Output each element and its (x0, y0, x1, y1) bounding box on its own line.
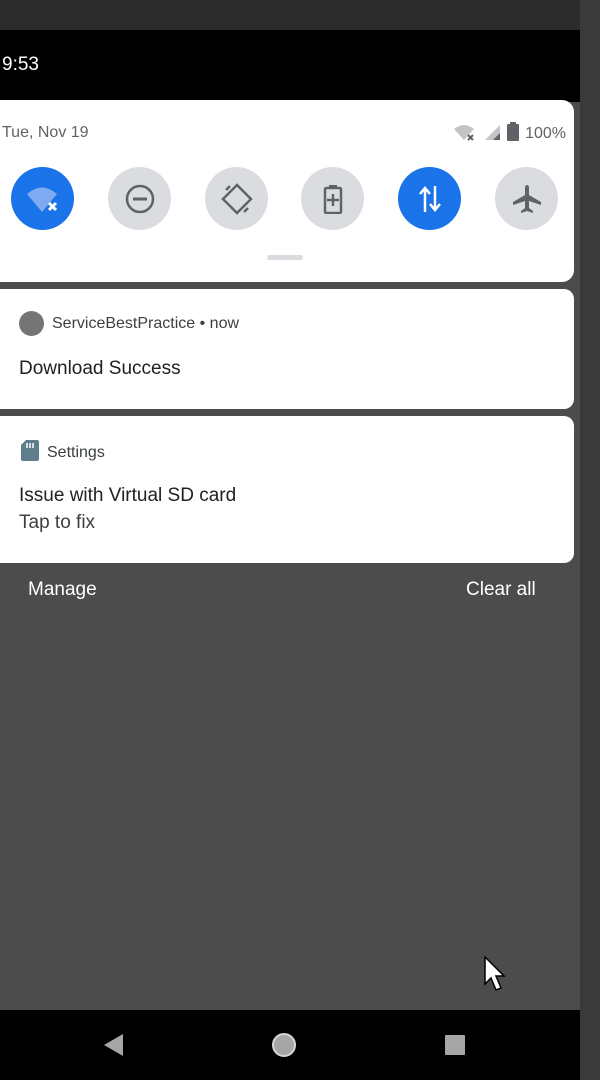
phone-screen: 9:53 Tue, Nov 19 100% ServiceBestPractic… (0, 30, 580, 1080)
notification-header: ServiceBestPractice • now (19, 311, 239, 336)
quick-settings-panel: Tue, Nov 19 100% (0, 100, 574, 282)
recents-button[interactable] (440, 1030, 470, 1060)
notification-card[interactable]: Settings Issue with Virtual SD card Tap … (0, 416, 574, 563)
manage-button[interactable]: Manage (28, 579, 97, 601)
wifi-status-icon (453, 123, 477, 146)
time-separator: • (195, 314, 210, 332)
auto-rotate-tile[interactable] (205, 167, 268, 230)
home-icon (272, 1033, 296, 1057)
home-button[interactable] (269, 1030, 299, 1060)
window-frame-top (0, 0, 600, 30)
battery-percentage: 100% (525, 125, 566, 142)
notification-header: Settings (21, 440, 105, 466)
back-icon (104, 1034, 123, 1056)
back-button[interactable] (98, 1030, 128, 1060)
quick-settings-tiles (0, 167, 574, 231)
airplane-icon (512, 184, 541, 213)
notification-title: Download Success (19, 358, 181, 379)
wifi-tile[interactable] (11, 167, 74, 230)
notification-time: now (209, 314, 240, 332)
mobile-data-icon (418, 185, 441, 212)
app-icon (19, 311, 44, 336)
battery-saver-icon (323, 184, 342, 214)
status-time: 9:53 (2, 54, 39, 75)
mobile-data-tile[interactable] (398, 167, 461, 230)
notification-text: Tap to fix (19, 512, 96, 533)
mouse-cursor-icon (484, 955, 506, 997)
battery-icon (507, 122, 520, 146)
system-status-icons: 100% (453, 122, 566, 146)
clear-all-button[interactable]: Clear all (466, 579, 536, 601)
panel-drag-handle[interactable] (267, 255, 303, 260)
auto-rotate-icon (220, 182, 253, 215)
window-frame-right (580, 0, 600, 1080)
app-name: Settings (47, 444, 105, 461)
status-bar: 9:53 (0, 30, 580, 102)
notification-card[interactable]: ServiceBestPractice • now Download Succe… (0, 289, 574, 409)
navigation-bar (0, 1010, 580, 1080)
battery-saver-tile[interactable] (301, 167, 364, 230)
wifi-off-icon (26, 187, 57, 212)
recents-icon (445, 1035, 465, 1055)
airplane-mode-tile[interactable] (495, 167, 558, 230)
do-not-disturb-tile[interactable] (108, 167, 171, 230)
do-not-disturb-icon (125, 184, 154, 213)
sd-card-icon (21, 440, 39, 466)
app-name: ServiceBestPractice (52, 314, 196, 332)
date-label: Tue, Nov 19 (2, 124, 89, 141)
notification-title: Issue with Virtual SD card (19, 485, 237, 506)
cellular-signal-icon (483, 123, 501, 146)
